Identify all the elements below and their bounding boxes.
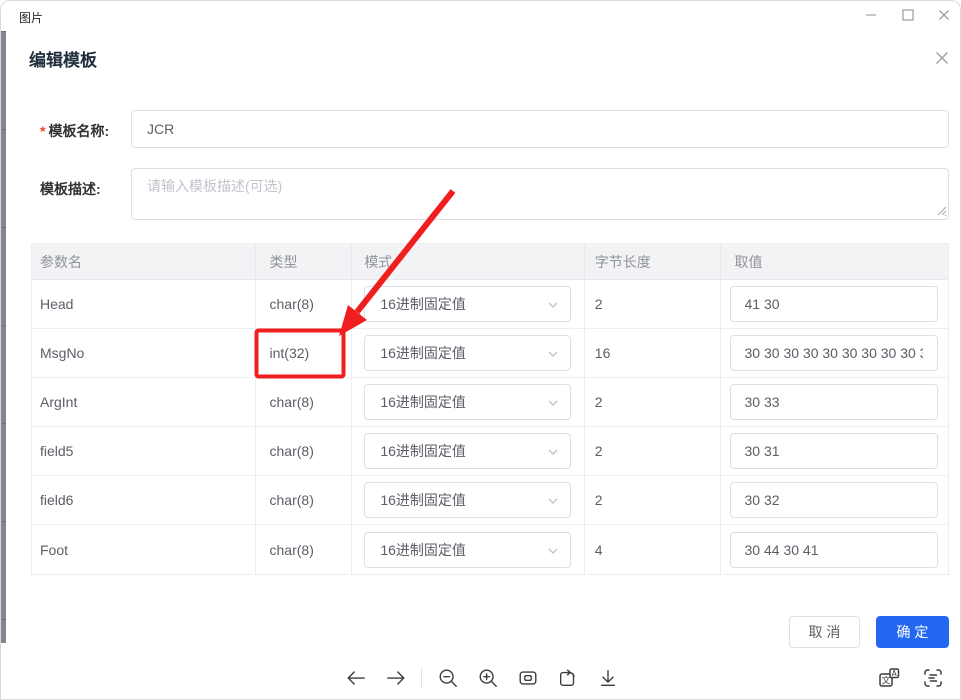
underlying-image-edge xyxy=(1,31,6,643)
extract-text-icon[interactable] xyxy=(919,664,947,692)
byte-length-cell: 2 xyxy=(585,280,721,328)
svg-text:A: A xyxy=(892,669,898,678)
col-header-type: 类型 xyxy=(256,244,353,279)
template-name-label: *模板名称: xyxy=(40,121,109,141)
required-mark: * xyxy=(40,123,45,139)
mode-select[interactable]: 16进制固定值 xyxy=(364,433,571,469)
title-bar: 图片 xyxy=(1,1,960,31)
param-name-cell: field6 xyxy=(32,476,256,524)
rotate-icon[interactable] xyxy=(554,664,582,692)
table-row: field6 char(8) 16进制固定值 2 xyxy=(32,476,948,525)
byte-length-cell: 4 xyxy=(585,525,721,574)
chevron-down-icon xyxy=(546,494,560,511)
param-type-cell: char(8) xyxy=(256,280,353,328)
dialog-close-icon[interactable] xyxy=(931,47,953,69)
value-input[interactable] xyxy=(730,286,938,322)
template-desc-textarea[interactable] xyxy=(131,168,949,220)
col-header-byte-length: 字节长度 xyxy=(585,244,721,279)
param-name-cell: Head xyxy=(32,280,256,328)
param-name-cell: Foot xyxy=(32,525,256,574)
minimize-icon[interactable] xyxy=(854,1,888,29)
param-type-cell: char(8) xyxy=(256,476,353,524)
mode-select[interactable]: 16进制固定值 xyxy=(364,286,571,322)
toolbar-divider xyxy=(421,668,422,688)
dialog-title: 编辑模板 xyxy=(29,46,97,71)
mode-select[interactable]: 16进制固定值 xyxy=(364,335,571,371)
param-type-cell: char(8) xyxy=(256,378,353,426)
chevron-down-icon xyxy=(546,544,560,561)
table-row: ArgInt char(8) 16进制固定值 2 xyxy=(32,378,948,427)
table-row: MsgNo int(32) 16进制固定值 16 xyxy=(32,329,948,378)
param-type-cell: char(8) xyxy=(256,427,353,475)
svg-text:文: 文 xyxy=(881,675,890,687)
maximize-icon[interactable] xyxy=(891,1,925,29)
zoom-in-icon[interactable] xyxy=(474,664,502,692)
param-type-cell-highlighted: int(32) xyxy=(256,329,353,377)
value-input[interactable] xyxy=(730,532,938,568)
zoom-out-icon[interactable] xyxy=(434,664,462,692)
value-input[interactable] xyxy=(730,384,938,420)
mode-select[interactable]: 16进制固定值 xyxy=(364,482,571,518)
table-row: Foot char(8) 16进制固定值 4 xyxy=(32,525,948,574)
value-input[interactable] xyxy=(730,433,938,469)
byte-length-cell: 16 xyxy=(585,329,721,377)
chevron-down-icon xyxy=(546,396,560,413)
param-name-cell: ArgInt xyxy=(32,378,256,426)
byte-length-cell: 2 xyxy=(585,476,721,524)
value-input[interactable] xyxy=(730,482,938,518)
param-type-cell: char(8) xyxy=(256,525,353,574)
template-name-input[interactable] xyxy=(131,110,949,148)
ok-button[interactable]: 确 定 xyxy=(876,616,949,648)
mode-select[interactable]: 16进制固定值 xyxy=(364,384,571,420)
chevron-down-icon xyxy=(546,347,560,364)
close-window-icon[interactable] xyxy=(927,1,961,29)
template-desc-label: 模板描述: xyxy=(40,179,101,199)
chevron-down-icon xyxy=(546,445,560,462)
col-header-mode: 模式 xyxy=(352,244,584,279)
table-row: Head char(8) 16进制固定值 2 xyxy=(32,280,948,329)
parameter-table: 参数名 类型 模式 字节长度 取值 Head char(8) 16进制固定值 2… xyxy=(31,243,949,575)
download-icon[interactable] xyxy=(594,664,622,692)
actual-size-icon[interactable] xyxy=(514,664,542,692)
image-viewer-window: 图片 编辑模板 *模板名称: 模板描述: 参数名 类型 模式 字节长度 xyxy=(0,0,961,700)
back-icon[interactable] xyxy=(342,664,370,692)
byte-length-cell: 2 xyxy=(585,427,721,475)
table-header-row: 参数名 类型 模式 字节长度 取值 xyxy=(32,244,948,280)
col-header-param-name: 参数名 xyxy=(32,244,256,279)
param-name-cell: MsgNo xyxy=(32,329,256,377)
window-title: 图片 xyxy=(19,9,43,26)
value-input[interactable] xyxy=(730,335,938,371)
translate-icon[interactable]: 文 A xyxy=(875,664,903,692)
chevron-down-icon xyxy=(546,298,560,315)
mode-select[interactable]: 16进制固定值 xyxy=(364,532,571,568)
byte-length-cell: 2 xyxy=(585,378,721,426)
col-header-value: 取值 xyxy=(721,244,949,279)
forward-icon[interactable] xyxy=(382,664,410,692)
table-row: field5 char(8) 16进制固定值 2 xyxy=(32,427,948,476)
cancel-button[interactable]: 取 消 xyxy=(789,616,860,648)
param-name-cell: field5 xyxy=(32,427,256,475)
textarea-resize-grip[interactable] xyxy=(933,202,948,217)
